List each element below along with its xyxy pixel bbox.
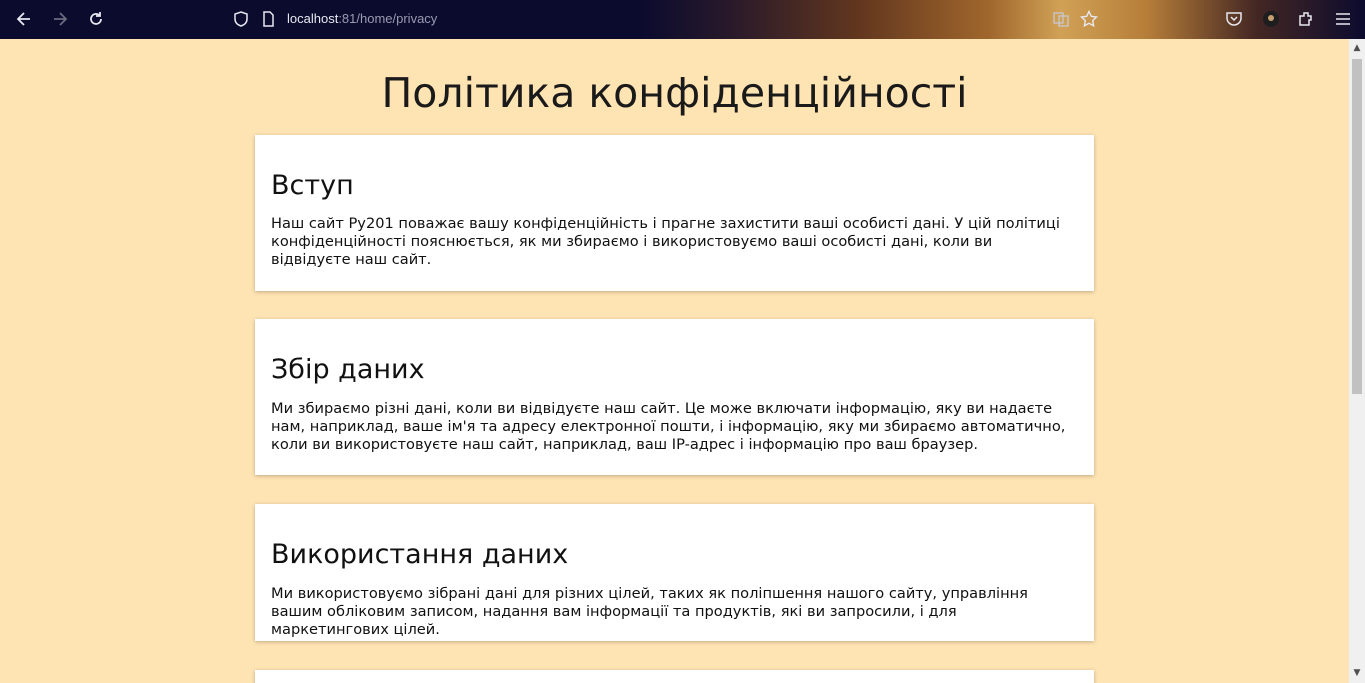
section-card-data-collection: Збір даних Ми збираємо різні дані, коли … bbox=[255, 319, 1094, 475]
page-icon[interactable] bbox=[258, 9, 278, 29]
url-path: :81/home/privacy bbox=[338, 11, 438, 26]
account-avatar-icon[interactable] bbox=[1261, 9, 1281, 29]
forward-arrow-icon[interactable] bbox=[50, 9, 70, 29]
page-title: Політика конфіденційності bbox=[381, 69, 968, 117]
browser-toolbar: localhost:81/home/privacy bbox=[0, 0, 1365, 39]
vertical-scrollbar[interactable]: ▲ ▼ bbox=[1349, 39, 1365, 683]
section-heading-data-usage: Використання даних bbox=[271, 539, 569, 570]
section-card-next bbox=[255, 670, 1094, 683]
address-bar[interactable]: localhost:81/home/privacy bbox=[287, 11, 437, 26]
url-host: localhost bbox=[287, 11, 339, 26]
section-heading-data-collection: Збір даних bbox=[271, 354, 425, 385]
translate-icon[interactable] bbox=[1051, 9, 1071, 29]
toolbar-theme-artwork bbox=[640, 0, 1365, 39]
section-heading-intro: Вступ bbox=[271, 170, 354, 201]
pocket-icon[interactable] bbox=[1224, 9, 1244, 29]
page-viewport: Політика конфіденційності Вступ Наш сайт… bbox=[0, 39, 1349, 683]
back-arrow-icon[interactable] bbox=[14, 9, 34, 29]
scroll-thumb[interactable] bbox=[1352, 59, 1362, 394]
section-card-intro: Вступ Наш сайт Py201 поважає вашу конфід… bbox=[255, 135, 1094, 291]
extensions-icon[interactable] bbox=[1296, 9, 1316, 29]
shield-icon[interactable] bbox=[231, 9, 251, 29]
section-text-data-collection: Ми збираємо різні дані, коли ви відвідує… bbox=[271, 400, 1066, 453]
scroll-down-arrow-icon[interactable]: ▼ bbox=[1349, 666, 1365, 680]
menu-icon[interactable] bbox=[1333, 9, 1353, 29]
bookmark-star-icon[interactable] bbox=[1079, 9, 1099, 29]
section-text-data-usage: Ми використовуємо зібрані дані для різни… bbox=[271, 585, 1028, 638]
scroll-up-arrow-icon[interactable]: ▲ bbox=[1349, 41, 1365, 55]
section-card-data-usage: Використання даних Ми використовуємо зіб… bbox=[255, 504, 1094, 641]
section-text-intro: Наш сайт Py201 поважає вашу конфіденційн… bbox=[271, 215, 1060, 268]
reload-icon[interactable] bbox=[86, 9, 106, 29]
